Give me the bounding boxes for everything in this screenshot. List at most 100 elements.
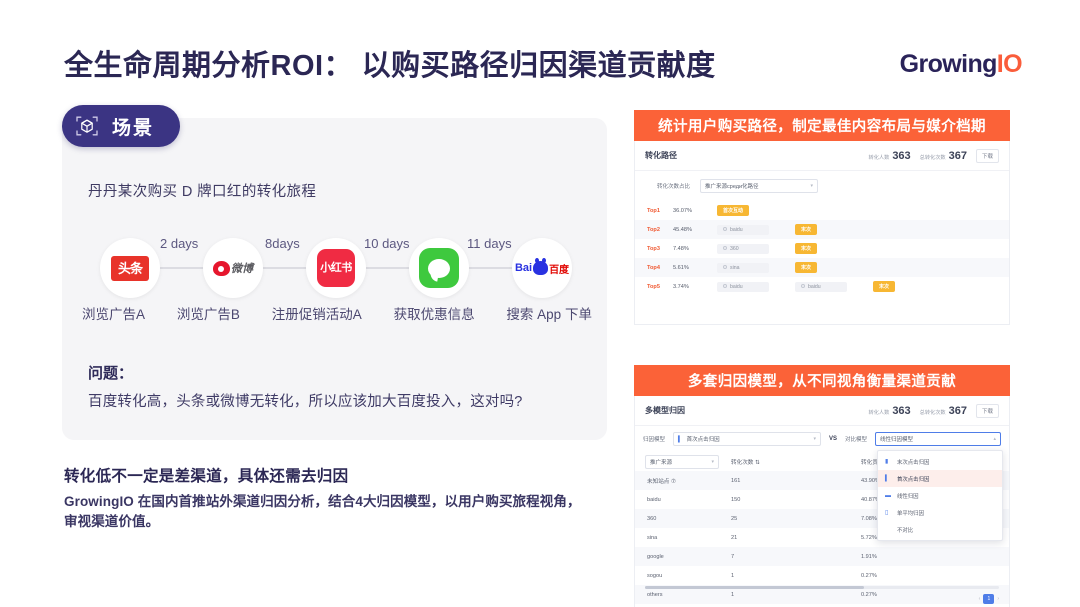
panel-conversion-path: 统计用户购买路径，制定最佳内容布局与媒介档期 转化路径 转化人数 363 总转化… [634,110,1010,325]
panel1-stat-value: 367 [948,149,967,162]
row-rank: Top4 [647,264,660,271]
row-source: 360 [647,515,657,522]
growingio-logo: GrowingIO [899,50,1023,79]
row-count: 1 [731,572,735,579]
journey-gap-label: 11 days [467,236,512,251]
baidu-paw-icon [533,258,549,275]
dropdown-option-selected[interactable]: ▍ 首次点击归因 [878,470,1002,487]
panel2-model-bar: 归因模型 ▍ 首次点击归因 ▾ VS 对比模型 线性归因模型 ▴ ▮ 末次点击归… [635,426,1009,541]
row-count: 25 [731,515,738,522]
chevron-left-icon[interactable]: ‹ [979,596,981,602]
row-step-label: baidu [730,283,743,290]
row-step-label: sina [730,264,740,271]
table-row[interactable]: Top3 7.48% 360 末次 [635,239,1009,258]
journey-step-label: 浏览广告B [176,307,240,322]
panel1-download-button[interactable]: 下载 [975,148,999,163]
panel1-filter-bar: 转化次数占比 推广来源среди化路径 ▾ [635,171,1009,201]
weibo-logo: 微博 [213,260,253,276]
scrollbar-thumb[interactable] [645,586,865,589]
chevron-down-icon: ▾ [813,436,816,442]
panel2-model-dropdown[interactable]: ▮ 末次点击归因 ▍ 首次点击归因 ▬ 线性归因 ▯ 单平均归因 不对比 [877,450,1003,541]
panel2-horizontal-scrollbar[interactable] [645,586,999,589]
step-dot-icon [723,246,727,251]
panel2-compare-label: 对比模型 [844,437,867,443]
dropdown-option[interactable]: 不对比 [878,521,1002,538]
panel2-col-source-select[interactable]: 推广来源 ▾ [645,454,719,469]
row-pct: 0.27% [861,591,877,598]
row-step-chip: sina [717,262,769,273]
baidu-logo: Bai 百度 [515,258,569,276]
chevron-right-icon[interactable]: › [997,596,999,602]
row-source: 未知站点 ⑦ [647,478,676,485]
panel1-screenshot: 转化路径 转化人数 363 总转化次数 367 下载 转化次数占比 推广来源ср… [634,141,1010,325]
panel1-stat: 总转化次数 367 [920,150,967,162]
panel2-stat: 总转化次数 367 [920,405,967,417]
step-dot-icon [723,227,727,232]
table-row[interactable]: google 7 1.91% [635,547,1009,566]
journey-gap-label: 2 days [160,236,199,251]
question-title: 问题： [88,365,134,382]
row-pct: 3.74% [673,283,689,290]
panel1-filter-select[interactable]: 推广来源среди化路径 ▾ [700,179,819,193]
step-dot-icon [723,284,727,289]
panel2-col-count-label[interactable]: 转化次数 [731,460,753,466]
panel2-model-select[interactable]: ▍ 首次点击归因 ▾ [673,432,821,446]
dropdown-option[interactable]: ▯ 单平均归因 [878,504,1002,521]
panel2-stats: 转化人数 363 总转化次数 367 下载 [869,403,999,418]
row-pct: 7.48% [673,245,689,252]
row-step-chip: baidu [717,224,769,235]
row-rank: Top1 [647,207,660,214]
row-tag: 末次 [795,224,818,235]
panel2-compare-select[interactable]: 线性归因模型 ▴ [875,432,1001,446]
journey-step-labels: 浏览广告A 浏览广告B 注册促销活动A 获取优惠信息 搜索 App 下单 [82,303,592,323]
dropdown-option-label: 单平均归因 [897,510,924,517]
logo-word-growing: Growing [899,50,998,78]
table-row[interactable]: Top2 45.48% baidu 末次 [635,220,1009,239]
question-body: 百度转化高，头条或微博无转化，所以应该加大百度投入，这对吗? [88,394,523,410]
page-number[interactable]: 1 [983,594,995,604]
step-dot-icon [801,284,805,289]
table-row[interactable]: Top5 3.74% baidu baidu 末次 [635,277,1009,296]
row-source: others [647,591,663,598]
row-pct: 0.27% [861,572,877,579]
dropdown-option[interactable]: ▮ 末次点击归因 [878,453,1002,470]
row-pct: 5.61% [673,264,689,271]
row-step-label: 360 [730,245,739,252]
chevron-down-icon: ▾ [711,458,714,465]
bar-avg-icon: ▯ [885,510,889,516]
row-tag: 末次 [795,262,818,273]
row-count: 7 [731,553,735,560]
row-step-label: baidu [808,283,821,290]
page-title: 全生命周期分析ROI： 以购买路径归因渠道贡献度 [64,50,716,82]
chevron-up-icon: ▴ [993,436,996,442]
panel1-stats: 转化人数 363 总转化次数 367 下载 [869,148,999,163]
table-row[interactable]: Top1 36.07% 首次互动 [635,201,1009,220]
dropdown-option-label: 线性归因 [897,493,919,500]
dropdown-option[interactable]: ▬ 线性归因 [878,487,1002,504]
weibo-eye-icon [213,260,230,276]
message-bubble-logo [419,248,459,288]
journey-gap-label: 10 days [364,236,410,251]
weibo-wordmark: 微博 [231,263,253,275]
panel1-filter-label: 转化次数占比 [657,184,691,190]
table-row[interactable]: Top4 5.61% sina 末次 [635,258,1009,277]
scene-badge-label: 场景 [112,117,155,139]
table-row[interactable]: sogou 1 0.27% [635,566,1009,585]
journey-step-label: 注册促销活动A [271,307,362,322]
row-tag: 末次 [873,281,896,292]
dropdown-option-label: 末次点击归因 [897,459,930,466]
panel2-pagination[interactable]: ‹ 1 › [979,594,999,604]
panel2-screenshot: 多模型归因 转化人数 363 总转化次数 367 下载 归因模型 ▍ 首次点击归… [634,396,1010,607]
row-source: google [647,553,664,560]
panel2-vs-label: VS [828,436,837,442]
bar-first-icon: ▍ [885,476,890,482]
journey-node-baidu: Bai 百度 [512,238,572,298]
row-rank: Top2 [647,226,660,233]
panel2-stat-value: 363 [892,404,911,417]
panel2-download-button[interactable]: 下载 [975,403,999,418]
journey-gap-label: 8days [265,236,300,251]
panel2-stat-value: 367 [948,404,967,417]
journey-step-label: 获取优惠信息 [393,307,475,322]
panel2-header: 多套归因模型，从不同视角衡量渠道贡献 [634,365,1010,396]
row-source: baidu [647,496,661,503]
